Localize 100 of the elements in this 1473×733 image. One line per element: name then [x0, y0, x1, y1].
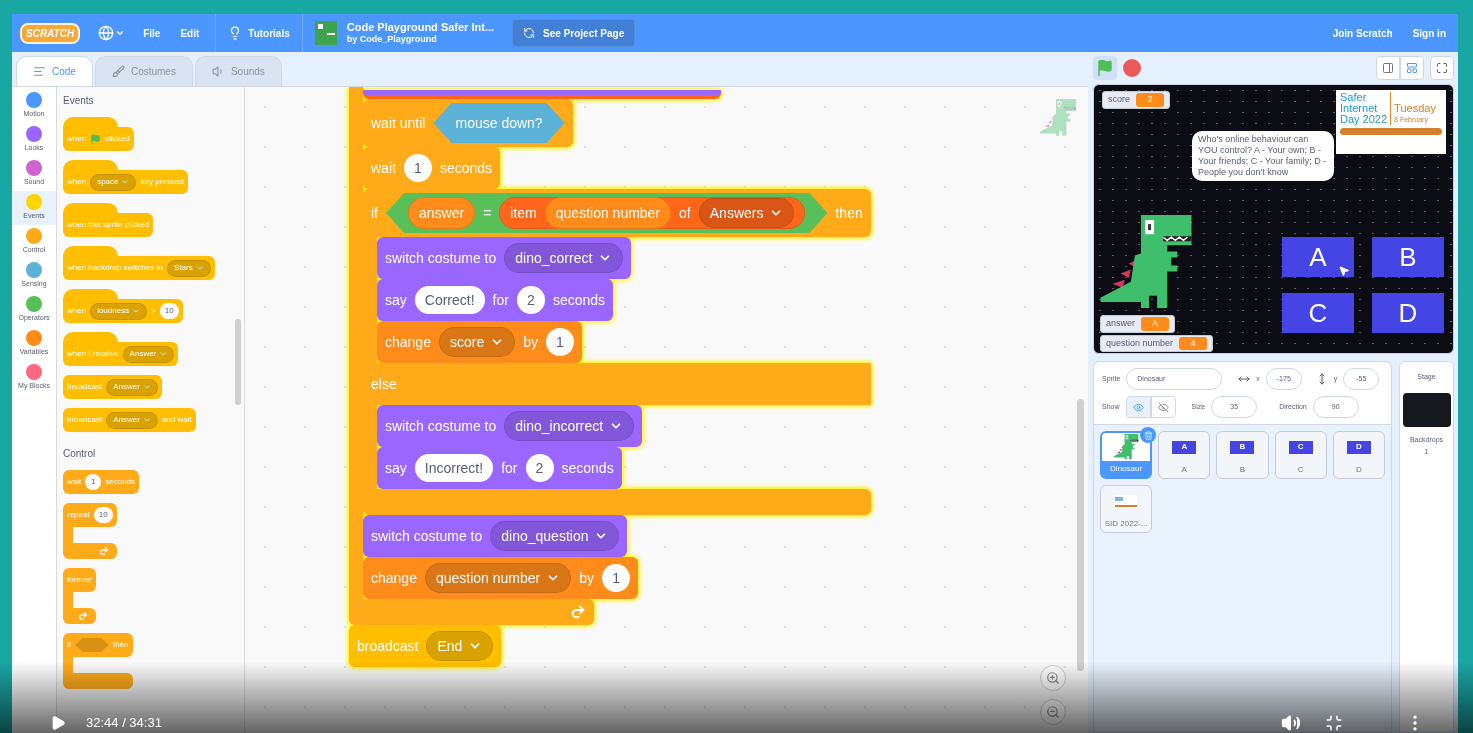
value-input[interactable]: 2	[525, 454, 554, 482]
block-text: of	[679, 203, 691, 223]
block-dropdown[interactable]: dino_question	[490, 521, 620, 551]
menu-item[interactable]: Edit	[178, 25, 202, 41]
sprite-tile[interactable]: C C	[1274, 431, 1327, 479]
editor-tab[interactable]: Costumes	[94, 56, 193, 86]
boolean-block[interactable]: answer = item question number of Answers	[386, 193, 828, 233]
value-input[interactable]: 1	[545, 328, 574, 356]
hide-button[interactable]	[1150, 396, 1176, 418]
code-block[interactable]: wait 1 seconds	[63, 470, 140, 494]
value-input[interactable]: 1	[403, 154, 432, 182]
delete-button[interactable]	[1140, 427, 1157, 443]
sign-in-link[interactable]: Sign in	[1412, 25, 1446, 41]
block-text: when I receive	[67, 348, 119, 360]
value-input[interactable]: 10	[159, 303, 179, 319]
block-text: switch costume to	[385, 248, 497, 268]
tutorials-button[interactable]: Tutorials	[228, 25, 290, 41]
sprite-name: SID 2022-...	[1103, 518, 1149, 530]
see-project-page-button[interactable]: See Project Page	[512, 19, 636, 47]
block-text: item	[510, 203, 537, 223]
show-button[interactable]	[1125, 396, 1151, 418]
block-text: switch costume to	[385, 416, 497, 436]
c-block-arm	[63, 657, 73, 673]
code-block[interactable]: switch costume to dino_incorrect	[377, 405, 643, 447]
code-block[interactable]: change question number by 1	[363, 557, 639, 599]
reporter-block[interactable]: item question number of Answers	[499, 197, 806, 229]
sprite-name: C	[1296, 464, 1305, 476]
language-menu[interactable]	[98, 25, 126, 41]
code-block[interactable]: say Correct! for 2 seconds	[377, 279, 614, 321]
scrollbar[interactable]	[1077, 399, 1084, 671]
loop-arrow-icon	[98, 546, 109, 556]
banner-thumbnail	[1115, 495, 1138, 507]
sprite-tile[interactable]: B B	[1216, 431, 1269, 479]
block-dropdown[interactable]: Answers	[698, 198, 795, 228]
stop-button[interactable]	[1123, 59, 1141, 77]
value-input[interactable]: 1	[85, 474, 102, 490]
block-text: then	[113, 639, 129, 651]
sprite-thumbnail: B	[1230, 440, 1255, 454]
flag-button[interactable]	[1093, 56, 1117, 80]
flag-icon	[1096, 59, 1114, 77]
sprite-thumbnail: A	[1172, 440, 1197, 454]
normal-stage-button[interactable]	[1400, 56, 1424, 80]
code-block[interactable]: change score by 1	[377, 321, 582, 363]
code-block[interactable]: wait 1 seconds	[363, 147, 501, 189]
tab-icon	[211, 65, 225, 78]
block-text: if	[371, 203, 378, 223]
block-dropdown[interactable]: dino_correct	[504, 243, 624, 273]
value-input[interactable]: 1	[602, 564, 631, 592]
block-text: question number	[555, 203, 661, 223]
small-stage-button[interactable]	[1376, 56, 1400, 80]
project-title[interactable]: Code Playground Safer Int...	[346, 21, 495, 33]
answer-sprite[interactable]: C	[1282, 293, 1354, 333]
editor-tab[interactable]: Code	[16, 56, 93, 86]
sprite-tile[interactable]: D D	[1332, 431, 1385, 479]
code-block[interactable]: repeat 10	[63, 503, 117, 527]
block-text: mouse down?	[455, 113, 543, 133]
code-block[interactable]: when loudness > 10	[63, 299, 183, 323]
code-block[interactable]: switch costume to dino_correct	[377, 237, 632, 279]
answer-sprite[interactable]: D	[1372, 293, 1444, 333]
join-link[interactable]: Join Scratch	[1332, 25, 1393, 41]
scrollbar[interactable]	[235, 319, 241, 405]
block-text: for	[492, 290, 509, 310]
value-input[interactable]: 10	[93, 507, 113, 523]
value-input[interactable]: Correct!	[414, 286, 485, 314]
block-text: when	[67, 133, 87, 145]
block-text: if	[67, 639, 71, 651]
fullscreen-button[interactable]	[1430, 56, 1454, 80]
block-dropdown[interactable]: score	[438, 327, 516, 357]
menu-item[interactable]: File	[141, 25, 163, 41]
code-block[interactable]: if answer = item question number of Answers then	[363, 189, 871, 237]
block-dropdown[interactable]: dino_incorrect	[504, 411, 635, 441]
block-text: switch costume to	[371, 526, 483, 546]
code-block[interactable]: say Incorrect! for 2 seconds	[377, 447, 622, 489]
block-text: by	[523, 332, 538, 352]
sprite-name: B	[1238, 464, 1247, 476]
answer-sprite[interactable]: B	[1372, 237, 1444, 277]
editor-tab[interactable]: Sounds	[194, 56, 282, 86]
sprite-thumbnail: D	[1346, 440, 1371, 454]
banner-text: Safer	[1340, 92, 1368, 103]
block-text: seconds	[561, 458, 614, 478]
banner-text: Internet	[1340, 103, 1379, 114]
sprite-thumbnail: C	[1288, 440, 1313, 454]
monitor-label: answer	[1106, 317, 1135, 330]
block-text: for	[501, 458, 518, 478]
zoom-in-button[interactable]	[1040, 665, 1066, 691]
block-dropdown[interactable]: question number	[424, 563, 572, 593]
sprite-tile[interactable]: A A	[1158, 431, 1211, 479]
block-text: broadcast	[67, 381, 103, 393]
sprite-tile[interactable]: SID 2022-...	[1100, 485, 1153, 533]
block-text: else	[371, 374, 397, 394]
palette-heading: Events	[63, 94, 94, 108]
block-text: repeat	[67, 509, 90, 521]
value-input[interactable]: Incorrect!	[414, 454, 494, 482]
value-input[interactable]: 2	[516, 286, 545, 314]
zoom-out-button[interactable]	[1040, 699, 1066, 725]
remix-icon	[523, 27, 536, 39]
block-text: seconds	[105, 476, 136, 488]
code-block[interactable]: switch costume to dino_question	[363, 515, 628, 557]
answer-sprite[interactable]: A	[1282, 237, 1354, 277]
block-text: and wait	[161, 414, 192, 426]
